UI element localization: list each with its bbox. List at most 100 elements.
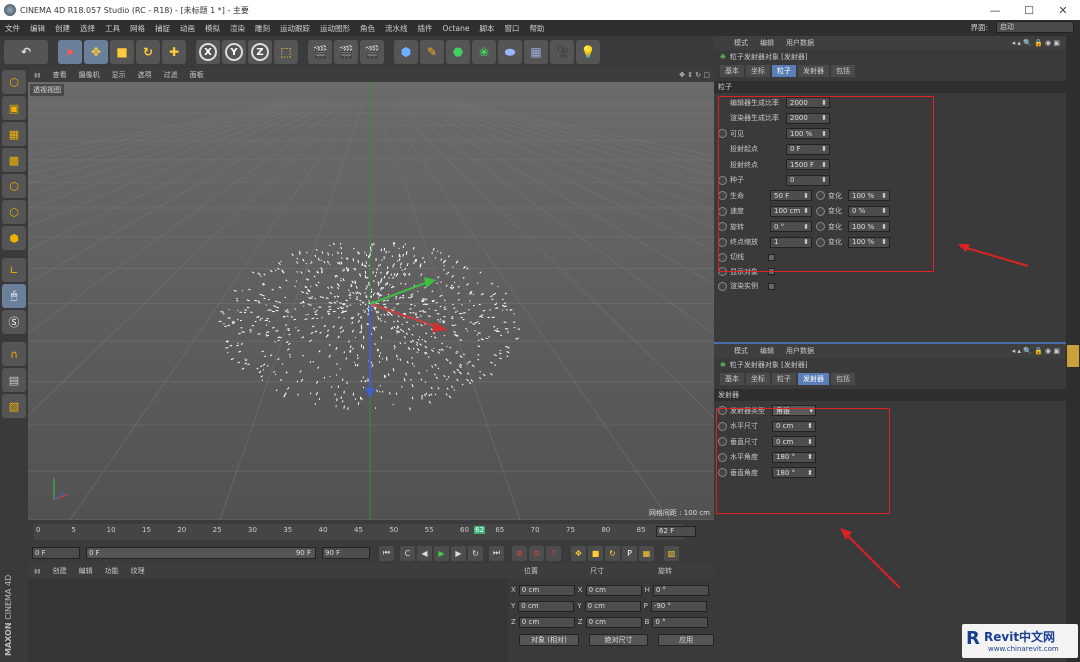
size-mode-select[interactable]: 绝对尺寸 [588, 634, 649, 646]
menu-edit[interactable]: 编辑 [25, 23, 50, 34]
menu-file[interactable]: 文件 [0, 23, 25, 34]
menu-animate[interactable]: 动画 [175, 23, 200, 34]
minimize-button[interactable]: — [978, 0, 1012, 20]
autokey-icon[interactable]: ⊙ [529, 545, 544, 561]
attr-nav-icons[interactable]: ◂ ▴ 🔍 🔒 ◉ ▣ [1006, 39, 1066, 47]
viewport-menu-camera[interactable]: 摄像机 [73, 70, 106, 80]
timeline-ruler[interactable]: 05101520253035404550556062657075808590 [34, 524, 684, 540]
menu-motion-tracking[interactable]: 运动跟踪 [275, 23, 315, 34]
undo-icon[interactable]: ↶ [4, 40, 48, 64]
menu-pipeline[interactable]: 流水线 [380, 23, 413, 34]
floor-environment-icon[interactable]: ▦ [524, 40, 548, 64]
apply-button[interactable]: 应用 [658, 634, 714, 646]
menu-simulate[interactable]: 模拟 [200, 23, 225, 34]
viewport-menu-panel[interactable]: 面板 [184, 70, 210, 80]
menu-window[interactable]: 窗口 [499, 23, 524, 34]
attr-tab[interactable]: 粒子 [772, 65, 796, 77]
viewport-menu-filter[interactable]: 过滤 [158, 70, 184, 80]
attributes-side-tab[interactable] [1067, 345, 1079, 367]
tweak-mode-icon[interactable]: 🖱 [2, 284, 26, 308]
menu-tools[interactable]: 工具 [100, 23, 125, 34]
layout-select[interactable]: 启动 [996, 21, 1074, 33]
timeline[interactable]: 05101520253035404550556062657075808590 6… [28, 520, 714, 542]
material-menu-texture[interactable]: 纹理 [125, 566, 151, 576]
start-frame-field[interactable]: 0 F [32, 547, 80, 559]
subdivision-icon[interactable]: ⬣ [446, 40, 470, 64]
model-mode-icon[interactable]: ▣ [2, 96, 26, 120]
material-menu-function[interactable]: 功能 [99, 566, 125, 576]
next-frame-icon[interactable]: ▶ [451, 545, 466, 561]
rotation-h-field[interactable]: 0 ° [652, 584, 709, 596]
camera-icon[interactable]: 🎥 [550, 40, 574, 64]
position-x-field[interactable]: 0 cm [518, 584, 575, 596]
key-position-icon[interactable]: ✥ [571, 545, 586, 561]
cube-object-icon[interactable]: ⬢ [394, 40, 418, 64]
axis-mode-icon[interactable]: ∟ [2, 258, 26, 282]
planar-workplane-icon[interactable]: ▧ [2, 394, 26, 418]
attr-menu-mode[interactable]: 模式 [728, 38, 754, 48]
rotate-tool-icon[interactable]: ↻ [136, 40, 160, 64]
menu-plugins[interactable]: 插件 [413, 23, 438, 34]
render-settings-icon[interactable]: 🎬 [360, 40, 384, 64]
pen-spline-icon[interactable]: ✎ [420, 40, 444, 64]
workplane-icon[interactable]: ▩ [2, 148, 26, 172]
texture-mode-icon[interactable]: ▦ [2, 122, 26, 146]
goto-prev-key-icon[interactable]: C [400, 545, 415, 561]
attr-tab[interactable]: 坐标 [746, 65, 770, 77]
coordinate-system-icon[interactable]: ⬚ [274, 40, 298, 64]
menu-snap[interactable]: 捕捉 [150, 23, 175, 34]
y-axis-lock-icon[interactable]: Y [222, 40, 246, 64]
recent-tool-icon[interactable]: ✚ [162, 40, 186, 64]
end-frame-field[interactable]: 90 F [322, 547, 370, 559]
menu-help[interactable]: 帮助 [524, 23, 549, 34]
z-axis-lock-icon[interactable]: Z [248, 40, 272, 64]
key-scale-icon[interactable]: ■ [588, 545, 603, 561]
cloner-icon[interactable]: ❀ [472, 40, 496, 64]
polygons-mode-icon[interactable]: ⬢ [2, 226, 26, 250]
coord-mode-select[interactable]: 对象 (相对) [519, 634, 579, 646]
x-axis-lock-icon[interactable]: X [196, 40, 220, 64]
menu-select[interactable]: 选择 [75, 23, 100, 34]
timeline-window-icon[interactable]: ▥ [664, 545, 679, 561]
render-view-icon[interactable]: 🎬 [308, 40, 332, 64]
viewport-menu-options[interactable]: 选项 [132, 70, 158, 80]
size-y-field[interactable]: 0 cm [584, 600, 641, 612]
play-icon[interactable]: ▶ [434, 545, 449, 561]
lock-workplane-icon[interactable]: ▤ [2, 368, 26, 392]
maximize-button[interactable]: ☐ [1012, 0, 1046, 20]
menu-mesh[interactable]: 网格 [125, 23, 150, 34]
move-tool-icon[interactable]: ✥ [84, 40, 108, 64]
goto-end-icon[interactable]: ⏭ [489, 545, 504, 561]
material-menu-edit[interactable]: 编辑 [73, 566, 99, 576]
current-frame-field[interactable]: 62 F [656, 526, 696, 537]
attr-tab[interactable]: 基本 [720, 65, 744, 77]
menu-render[interactable]: 渲染 [225, 23, 250, 34]
key-parameter-icon[interactable]: P [622, 545, 637, 561]
light-icon[interactable]: 💡 [576, 40, 600, 64]
attr-menu-userdata[interactable]: 用户数据 [780, 38, 820, 48]
edges-mode-icon[interactable]: ⬡ [2, 200, 26, 224]
viewport-menu-view[interactable]: 查看 [47, 70, 73, 80]
position-z-field[interactable]: 0 cm [518, 616, 575, 628]
goto-next-key-icon[interactable]: ↻ [468, 545, 483, 561]
viewport-nav-icons[interactable]: ✥ ⇕ ↻ ▢ [673, 71, 714, 79]
deformer-icon[interactable]: ⬬ [498, 40, 522, 64]
attr-tab[interactable]: 包括 [831, 65, 855, 77]
rotation-b-field[interactable]: 0 ° [652, 616, 709, 628]
snap-icon[interactable]: Ⓢ [2, 310, 26, 334]
points-mode-icon[interactable]: ⬡ [2, 174, 26, 198]
menu-octane[interactable]: Octane [438, 24, 475, 33]
close-button[interactable]: ✕ [1046, 0, 1080, 20]
menu-mograph[interactable]: 运动图形 [315, 23, 355, 34]
perspective-viewport[interactable]: 透视视图 网格间距 : 100 cm [28, 82, 714, 520]
record-keys-icon[interactable]: ⊘ [512, 545, 527, 561]
keyframe-selection-icon[interactable]: ? [546, 545, 561, 561]
goto-start-icon[interactable]: ⏮ [379, 545, 394, 561]
prev-frame-icon[interactable]: ◀ [417, 545, 432, 561]
attr-menu-edit[interactable]: 编辑 [754, 38, 780, 48]
render-picture-viewer-icon[interactable]: 🎬 [334, 40, 358, 64]
magnet-icon[interactable]: ∩ [2, 342, 26, 366]
position-y-field[interactable]: 0 cm [518, 600, 575, 612]
menu-character[interactable]: 角色 [355, 23, 380, 34]
menu-sculpt[interactable]: 雕刻 [250, 23, 275, 34]
